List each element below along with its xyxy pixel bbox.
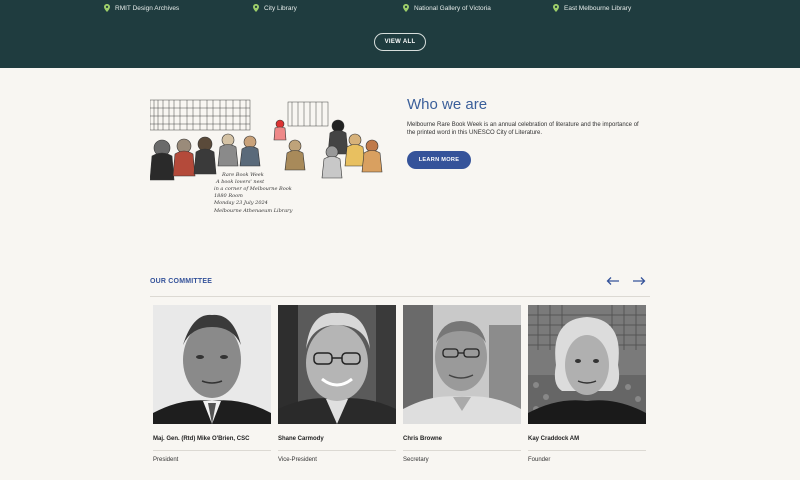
- member-name: Maj. Gen. (Rtd) Mike O'Brien, CSC: [153, 436, 250, 442]
- venue-link-city-library[interactable]: City Library: [253, 2, 297, 14]
- member-role: Secretary: [403, 457, 429, 463]
- view-all-button[interactable]: VIEW ALL: [374, 33, 426, 51]
- member-role: Founder: [528, 457, 551, 463]
- committee-member-card[interactable]: Kay Craddock AM Founder: [528, 305, 646, 463]
- committee-member-card[interactable]: Maj. Gen. (Rtd) Mike O'Brien, CSC Presid…: [153, 305, 271, 463]
- venue-link-east-melbourne[interactable]: East Melbourne Library: [553, 2, 631, 14]
- member-divider: [528, 450, 646, 451]
- venue-label: City Library: [264, 4, 297, 12]
- committee-heading: OUR COMMITTEE: [150, 278, 213, 285]
- member-photo: [278, 305, 396, 424]
- member-divider: [153, 450, 271, 451]
- sketch-caption-line: in a corner of Melbourne Book: [214, 186, 292, 192]
- venue-label: National Gallery of Victoria: [414, 4, 491, 12]
- member-photo: [528, 305, 646, 424]
- library-sketch-illustration: Rare Book Week A book lovers' nest in a …: [150, 99, 383, 214]
- member-name: Kay Craddock AM: [528, 436, 580, 442]
- member-name: Chris Browne: [403, 436, 443, 442]
- venue-link-ngv[interactable]: National Gallery of Victoria: [403, 2, 491, 14]
- venue-label: East Melbourne Library: [564, 4, 632, 12]
- venue-link-rmit[interactable]: RMIT Design Archives: [104, 2, 179, 14]
- member-divider: [403, 450, 521, 451]
- member-role: Vice-President: [278, 457, 317, 463]
- sketch-caption-line: A book lovers' nest: [215, 179, 265, 185]
- arrow-left-icon: [606, 277, 619, 285]
- map-pin-icon: [104, 4, 110, 12]
- carousel-prev-button[interactable]: [606, 275, 620, 287]
- member-photo: [153, 305, 271, 424]
- who-we-are-title: Who we are: [407, 96, 488, 113]
- sketch-caption-line: Rare Book Week: [221, 172, 264, 178]
- sketch-caption-line: Melbourne Athenaeum Library: [213, 208, 293, 214]
- sketch-caption-line: 1880 Room: [214, 193, 243, 199]
- arrow-right-icon: [633, 277, 646, 285]
- member-photo: [403, 305, 521, 424]
- committee-member-card[interactable]: Chris Browne Secretary: [403, 305, 521, 463]
- venues-band: RMIT Design Archives City Library Nation…: [0, 0, 800, 68]
- committee-member-card[interactable]: Shane Carmody Vice-President: [278, 305, 396, 463]
- member-role: President: [153, 457, 179, 463]
- member-name: Shane Carmody: [278, 436, 324, 442]
- map-pin-icon: [403, 4, 409, 12]
- map-pin-icon: [553, 4, 559, 12]
- committee-divider: [150, 296, 650, 297]
- learn-more-button[interactable]: LEARN MORE: [407, 151, 471, 169]
- venue-label: RMIT Design Archives: [115, 4, 180, 12]
- member-divider: [278, 450, 396, 451]
- carousel-next-button[interactable]: [632, 275, 646, 287]
- map-pin-icon: [253, 4, 259, 12]
- sketch-caption-line: Monday 23 July 2024: [213, 200, 268, 206]
- who-we-are-text: Melbourne Rare Book Week is an annual ce…: [407, 122, 639, 137]
